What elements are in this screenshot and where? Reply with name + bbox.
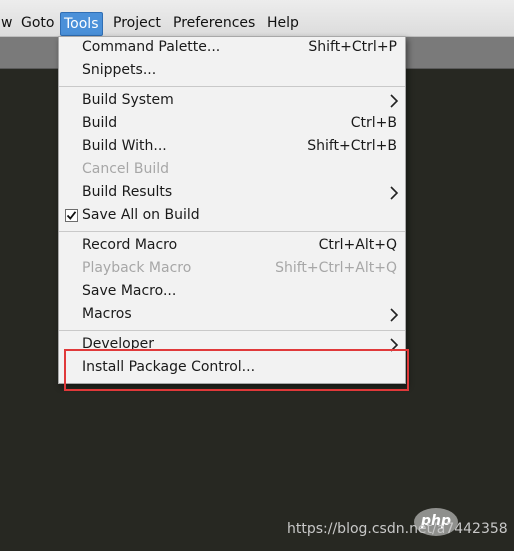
menu-item-label: Build With...	[82, 138, 167, 154]
menu-item-record-macro[interactable]: Record Macro Ctrl+Alt+Q	[59, 235, 405, 258]
menu-item-shortcut: Ctrl+B	[350, 115, 397, 131]
menu-item-label: Build Results	[82, 184, 173, 200]
menu-separator	[59, 330, 405, 331]
menu-item-command-palette[interactable]: Command Palette... Shift+Ctrl+P	[59, 37, 405, 60]
menu-item-build-results[interactable]: Build Results	[59, 182, 405, 205]
watermark-url: https://blog.csdn.net/a7442358	[287, 521, 508, 537]
checkmark-icon	[66, 211, 77, 220]
menu-item-build-system[interactable]: Build System	[59, 90, 405, 113]
menu-item-build-with[interactable]: Build With... Shift+Ctrl+B	[59, 136, 405, 159]
menu-item-label: Playback Macro	[82, 260, 192, 276]
menu-item-label: Build	[82, 115, 118, 131]
menu-view[interactable]: w	[0, 10, 15, 36]
menu-project[interactable]: Project	[110, 10, 164, 36]
menu-tools[interactable]: Tools	[60, 12, 103, 36]
menu-item-label: Developer	[82, 336, 155, 352]
tools-menu-dropdown: Command Palette... Shift+Ctrl+P Snippets…	[58, 36, 406, 384]
menu-separator	[59, 231, 405, 232]
menu-item-save-macro[interactable]: Save Macro...	[59, 281, 405, 304]
menu-item-playback-macro: Playback Macro Shift+Ctrl+Alt+Q	[59, 258, 405, 281]
menu-item-macros[interactable]: Macros	[59, 304, 405, 327]
menu-item-shortcut: Shift+Ctrl+P	[308, 39, 397, 55]
chevron-right-icon	[390, 94, 399, 108]
menu-item-build[interactable]: Build Ctrl+B	[59, 113, 405, 136]
menu-bar: w Goto Tools Project Preferences Help	[0, 0, 514, 37]
menu-item-label: Build System	[82, 92, 174, 108]
menu-item-install-package-control[interactable]: Install Package Control...	[59, 357, 405, 380]
menu-separator	[59, 86, 405, 87]
menu-item-shortcut: Ctrl+Alt+Q	[318, 237, 397, 253]
chevron-right-icon	[390, 338, 399, 352]
menu-item-save-all-on-build[interactable]: Save All on Build	[59, 205, 405, 228]
menu-item-label: Command Palette...	[82, 39, 221, 55]
menu-item-shortcut: Shift+Ctrl+B	[307, 138, 397, 154]
menu-preferences[interactable]: Preferences	[170, 10, 258, 36]
menu-item-label: Cancel Build	[82, 161, 170, 177]
menu-item-snippets[interactable]: Snippets...	[59, 60, 405, 83]
menu-item-label: Macros	[82, 306, 132, 322]
chevron-right-icon	[390, 308, 399, 322]
menu-item-developer[interactable]: Developer	[59, 334, 405, 357]
checkbox[interactable]	[65, 209, 78, 222]
menu-item-label: Record Macro	[82, 237, 178, 253]
menu-item-label: Save All on Build	[82, 207, 200, 223]
chevron-right-icon	[390, 186, 399, 200]
menu-item-label: Save Macro...	[82, 283, 177, 299]
menu-item-label: Install Package Control...	[82, 359, 256, 375]
menu-item-label: Snippets...	[82, 62, 157, 78]
menu-goto[interactable]: Goto	[18, 10, 57, 36]
menu-help[interactable]: Help	[264, 10, 302, 36]
menu-item-cancel-build: Cancel Build	[59, 159, 405, 182]
menu-item-shortcut: Shift+Ctrl+Alt+Q	[275, 260, 397, 276]
